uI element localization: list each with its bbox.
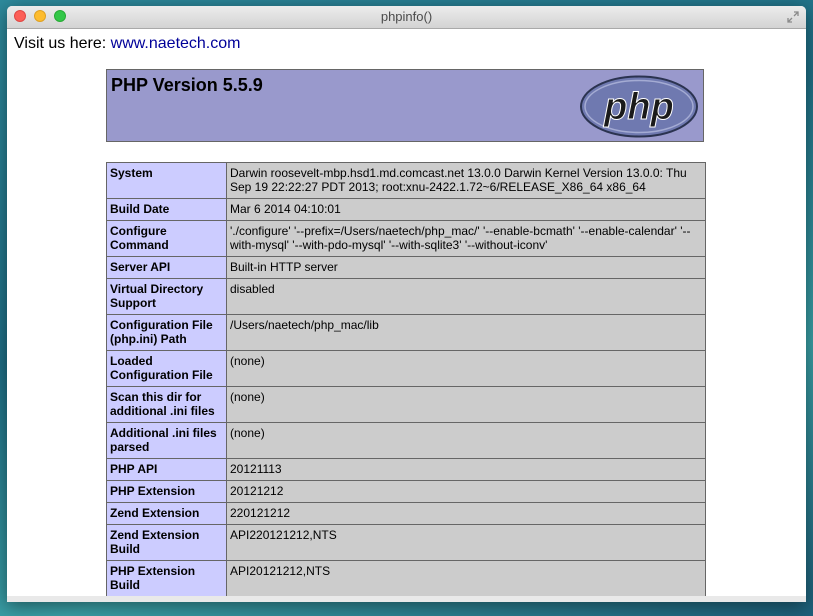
row-value: './configure' '--prefix=/Users/naetech/p…	[226, 220, 706, 257]
row-label: Scan this dir for additional .ini files	[106, 386, 227, 423]
row-label: Configure Command	[106, 220, 227, 257]
visit-line: Visit us here: www.naetech.com	[14, 35, 240, 53]
table-row: Virtual Directory Support disabled	[106, 278, 706, 315]
page-content[interactable]: Visit us here: www.naetech.com PHP Versi…	[7, 29, 806, 602]
svg-text:php: php	[603, 86, 674, 128]
table-row: System Darwin roosevelt-mbp.hsd1.md.comca…	[106, 162, 706, 199]
table-row: PHP Extension Build API20121212,NTS	[106, 560, 706, 597]
php-logo-icon: php	[580, 75, 698, 138]
window-bottom-edge	[7, 596, 806, 602]
table-row: PHP Extension 20121212	[106, 480, 706, 503]
row-label: Zend Extension	[106, 502, 227, 525]
row-label: Server API	[106, 256, 227, 279]
row-value: API20121212,NTS	[226, 560, 706, 597]
table-row: Zend Extension Build API220121212,NTS	[106, 524, 706, 561]
row-label: Zend Extension Build	[106, 524, 227, 561]
row-value: Built-in HTTP server	[226, 256, 706, 279]
table-row: Additional .ini files parsed (none)	[106, 422, 706, 459]
visit-prefix: Visit us here:	[14, 35, 111, 52]
fullscreen-icon[interactable]	[786, 10, 800, 24]
table-row: PHP API 20121113	[106, 458, 706, 481]
table-row: Zend Extension 220121212	[106, 502, 706, 525]
table-row: Configure Command './configure' '--prefix…	[106, 220, 706, 257]
row-value: Mar 6 2014 04:10:01	[226, 198, 706, 221]
row-value: (none)	[226, 386, 706, 423]
row-label: Additional .ini files parsed	[106, 422, 227, 459]
row-label: PHP Extension	[106, 480, 227, 503]
php-version-title: PHP Version 5.5.9	[111, 75, 263, 95]
row-label: Virtual Directory Support	[106, 278, 227, 315]
row-value: disabled	[226, 278, 706, 315]
row-label: System	[106, 162, 227, 199]
row-label: Configuration File (php.ini) Path	[106, 314, 227, 351]
php-version-header: PHP Version 5.5.9 php	[106, 69, 704, 142]
table-row: Build Date Mar 6 2014 04:10:01	[106, 198, 706, 221]
row-value: 20121113	[226, 458, 706, 481]
table-row: Server API Built-in HTTP server	[106, 256, 706, 279]
row-value: (none)	[226, 422, 706, 459]
row-value: (none)	[226, 350, 706, 387]
row-label: Loaded Configuration File	[106, 350, 227, 387]
table-row: Loaded Configuration File (none)	[106, 350, 706, 387]
window-title: phpinfo()	[380, 9, 433, 24]
row-label: PHP Extension Build	[106, 560, 227, 597]
row-value: Darwin roosevelt-mbp.hsd1.md.comcast.net…	[226, 162, 706, 199]
row-value: 220121212	[226, 502, 706, 525]
browser-window: phpinfo() Visit us here: www.naetech.com…	[7, 6, 806, 602]
title-bar[interactable]: phpinfo()	[7, 6, 806, 29]
row-value: /Users/naetech/php_mac/lib	[226, 314, 706, 351]
table-row: Configuration File (php.ini) Path/Users/…	[106, 314, 706, 351]
row-label: PHP API	[106, 458, 227, 481]
row-value: API220121212,NTS	[226, 524, 706, 561]
table-row: Scan this dir for additional .ini files(…	[106, 386, 706, 423]
php-info-table: System Darwin roosevelt-mbp.hsd1.md.comca…	[106, 162, 706, 602]
row-value: 20121212	[226, 480, 706, 503]
naetech-link[interactable]: www.naetech.com	[111, 35, 241, 52]
row-label: Build Date	[106, 198, 227, 221]
